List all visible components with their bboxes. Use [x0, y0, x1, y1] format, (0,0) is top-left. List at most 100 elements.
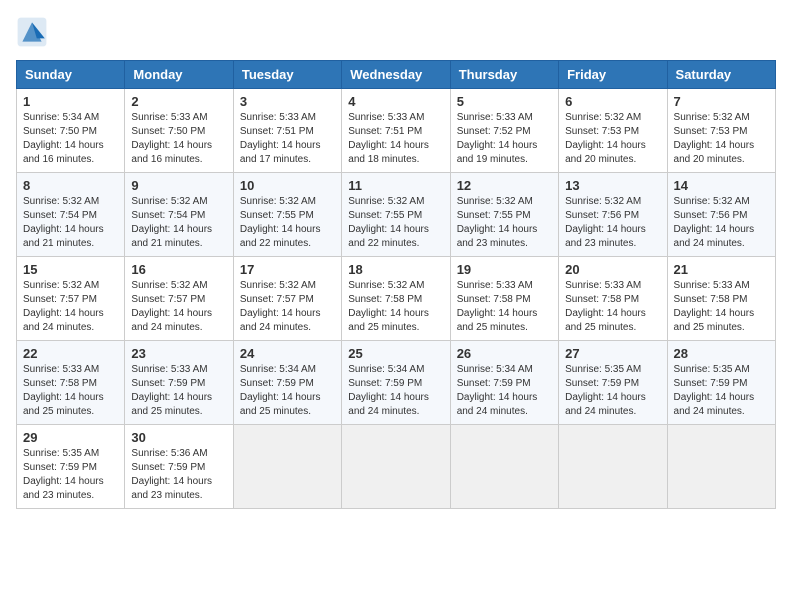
calendar-cell: 4 Sunrise: 5:33 AMSunset: 7:51 PMDaylight…	[342, 89, 450, 173]
logo-icon	[16, 16, 48, 48]
day-number: 1	[23, 94, 118, 109]
day-info: Sunrise: 5:33 AMSunset: 7:58 PMDaylight:…	[674, 279, 769, 335]
day-number: 16	[131, 262, 226, 277]
day-info: Sunrise: 5:32 AMSunset: 7:55 PMDaylight:…	[457, 195, 552, 251]
day-info: Sunrise: 5:32 AMSunset: 7:55 PMDaylight:…	[240, 195, 335, 251]
day-info: Sunrise: 5:32 AMSunset: 7:53 PMDaylight:…	[674, 111, 769, 167]
day-number: 11	[348, 178, 443, 193]
calendar-cell: 22 Sunrise: 5:33 AMSunset: 7:58 PMDayligh…	[17, 341, 125, 425]
calendar-cell: 19 Sunrise: 5:33 AMSunset: 7:58 PMDayligh…	[450, 257, 558, 341]
day-info: Sunrise: 5:32 AMSunset: 7:57 PMDaylight:…	[131, 279, 226, 335]
day-info: Sunrise: 5:34 AMSunset: 7:50 PMDaylight:…	[23, 111, 118, 167]
calendar-cell: 8 Sunrise: 5:32 AMSunset: 7:54 PMDaylight…	[17, 173, 125, 257]
calendar-cell	[559, 425, 667, 509]
day-number: 10	[240, 178, 335, 193]
day-number: 22	[23, 346, 118, 361]
day-number: 13	[565, 178, 660, 193]
day-info: Sunrise: 5:32 AMSunset: 7:57 PMDaylight:…	[240, 279, 335, 335]
day-number: 21	[674, 262, 769, 277]
calendar-cell: 26 Sunrise: 5:34 AMSunset: 7:59 PMDayligh…	[450, 341, 558, 425]
calendar-cell: 25 Sunrise: 5:34 AMSunset: 7:59 PMDayligh…	[342, 341, 450, 425]
calendar-cell: 29 Sunrise: 5:35 AMSunset: 7:59 PMDayligh…	[17, 425, 125, 509]
page-header	[16, 16, 776, 48]
day-info: Sunrise: 5:35 AMSunset: 7:59 PMDaylight:…	[565, 363, 660, 419]
day-info: Sunrise: 5:32 AMSunset: 7:57 PMDaylight:…	[23, 279, 118, 335]
calendar-cell: 12 Sunrise: 5:32 AMSunset: 7:55 PMDayligh…	[450, 173, 558, 257]
weekday-header-wednesday: Wednesday	[342, 61, 450, 89]
day-number: 5	[457, 94, 552, 109]
day-number: 23	[131, 346, 226, 361]
day-info: Sunrise: 5:34 AMSunset: 7:59 PMDaylight:…	[348, 363, 443, 419]
day-info: Sunrise: 5:33 AMSunset: 7:51 PMDaylight:…	[240, 111, 335, 167]
day-number: 26	[457, 346, 552, 361]
calendar-table: SundayMondayTuesdayWednesdayThursdayFrid…	[16, 60, 776, 509]
day-number: 27	[565, 346, 660, 361]
day-info: Sunrise: 5:32 AMSunset: 7:54 PMDaylight:…	[131, 195, 226, 251]
day-info: Sunrise: 5:32 AMSunset: 7:54 PMDaylight:…	[23, 195, 118, 251]
calendar-cell: 15 Sunrise: 5:32 AMSunset: 7:57 PMDayligh…	[17, 257, 125, 341]
calendar-cell: 13 Sunrise: 5:32 AMSunset: 7:56 PMDayligh…	[559, 173, 667, 257]
calendar-cell: 11 Sunrise: 5:32 AMSunset: 7:55 PMDayligh…	[342, 173, 450, 257]
day-number: 18	[348, 262, 443, 277]
day-info: Sunrise: 5:34 AMSunset: 7:59 PMDaylight:…	[240, 363, 335, 419]
day-info: Sunrise: 5:35 AMSunset: 7:59 PMDaylight:…	[23, 447, 118, 503]
day-number: 12	[457, 178, 552, 193]
day-number: 25	[348, 346, 443, 361]
day-number: 29	[23, 430, 118, 445]
day-info: Sunrise: 5:36 AMSunset: 7:59 PMDaylight:…	[131, 447, 226, 503]
calendar-cell	[342, 425, 450, 509]
day-number: 17	[240, 262, 335, 277]
day-info: Sunrise: 5:32 AMSunset: 7:55 PMDaylight:…	[348, 195, 443, 251]
calendar-week-row: 22 Sunrise: 5:33 AMSunset: 7:58 PMDayligh…	[17, 341, 776, 425]
calendar-week-row: 8 Sunrise: 5:32 AMSunset: 7:54 PMDaylight…	[17, 173, 776, 257]
day-number: 9	[131, 178, 226, 193]
day-number: 15	[23, 262, 118, 277]
weekday-header-row: SundayMondayTuesdayWednesdayThursdayFrid…	[17, 61, 776, 89]
calendar-cell	[450, 425, 558, 509]
day-info: Sunrise: 5:33 AMSunset: 7:58 PMDaylight:…	[457, 279, 552, 335]
day-number: 2	[131, 94, 226, 109]
weekday-header-friday: Friday	[559, 61, 667, 89]
calendar-cell: 23 Sunrise: 5:33 AMSunset: 7:59 PMDayligh…	[125, 341, 233, 425]
day-info: Sunrise: 5:33 AMSunset: 7:58 PMDaylight:…	[23, 363, 118, 419]
calendar-cell: 17 Sunrise: 5:32 AMSunset: 7:57 PMDayligh…	[233, 257, 341, 341]
calendar-cell: 14 Sunrise: 5:32 AMSunset: 7:56 PMDayligh…	[667, 173, 775, 257]
weekday-header-monday: Monday	[125, 61, 233, 89]
day-number: 20	[565, 262, 660, 277]
day-info: Sunrise: 5:33 AMSunset: 7:59 PMDaylight:…	[131, 363, 226, 419]
day-info: Sunrise: 5:32 AMSunset: 7:56 PMDaylight:…	[674, 195, 769, 251]
calendar-cell: 6 Sunrise: 5:32 AMSunset: 7:53 PMDaylight…	[559, 89, 667, 173]
weekday-header-sunday: Sunday	[17, 61, 125, 89]
calendar-week-row: 15 Sunrise: 5:32 AMSunset: 7:57 PMDayligh…	[17, 257, 776, 341]
calendar-cell: 7 Sunrise: 5:32 AMSunset: 7:53 PMDaylight…	[667, 89, 775, 173]
day-number: 28	[674, 346, 769, 361]
day-info: Sunrise: 5:32 AMSunset: 7:56 PMDaylight:…	[565, 195, 660, 251]
calendar-cell: 10 Sunrise: 5:32 AMSunset: 7:55 PMDayligh…	[233, 173, 341, 257]
calendar-cell: 27 Sunrise: 5:35 AMSunset: 7:59 PMDayligh…	[559, 341, 667, 425]
day-info: Sunrise: 5:33 AMSunset: 7:51 PMDaylight:…	[348, 111, 443, 167]
day-number: 6	[565, 94, 660, 109]
day-number: 7	[674, 94, 769, 109]
calendar-cell: 21 Sunrise: 5:33 AMSunset: 7:58 PMDayligh…	[667, 257, 775, 341]
calendar-cell: 28 Sunrise: 5:35 AMSunset: 7:59 PMDayligh…	[667, 341, 775, 425]
calendar-cell: 18 Sunrise: 5:32 AMSunset: 7:58 PMDayligh…	[342, 257, 450, 341]
calendar-cell	[233, 425, 341, 509]
calendar-cell: 24 Sunrise: 5:34 AMSunset: 7:59 PMDayligh…	[233, 341, 341, 425]
day-number: 19	[457, 262, 552, 277]
day-info: Sunrise: 5:32 AMSunset: 7:53 PMDaylight:…	[565, 111, 660, 167]
day-info: Sunrise: 5:34 AMSunset: 7:59 PMDaylight:…	[457, 363, 552, 419]
calendar-cell: 16 Sunrise: 5:32 AMSunset: 7:57 PMDayligh…	[125, 257, 233, 341]
weekday-header-thursday: Thursday	[450, 61, 558, 89]
calendar-week-row: 29 Sunrise: 5:35 AMSunset: 7:59 PMDayligh…	[17, 425, 776, 509]
day-number: 14	[674, 178, 769, 193]
day-number: 24	[240, 346, 335, 361]
weekday-header-saturday: Saturday	[667, 61, 775, 89]
day-number: 8	[23, 178, 118, 193]
day-number: 4	[348, 94, 443, 109]
day-info: Sunrise: 5:32 AMSunset: 7:58 PMDaylight:…	[348, 279, 443, 335]
day-info: Sunrise: 5:35 AMSunset: 7:59 PMDaylight:…	[674, 363, 769, 419]
calendar-cell: 3Sunrise: 5:33 AMSunset: 7:51 PMDaylight…	[233, 89, 341, 173]
calendar-cell: 2Sunrise: 5:33 AMSunset: 7:50 PMDaylight…	[125, 89, 233, 173]
day-info: Sunrise: 5:33 AMSunset: 7:52 PMDaylight:…	[457, 111, 552, 167]
calendar-cell	[667, 425, 775, 509]
